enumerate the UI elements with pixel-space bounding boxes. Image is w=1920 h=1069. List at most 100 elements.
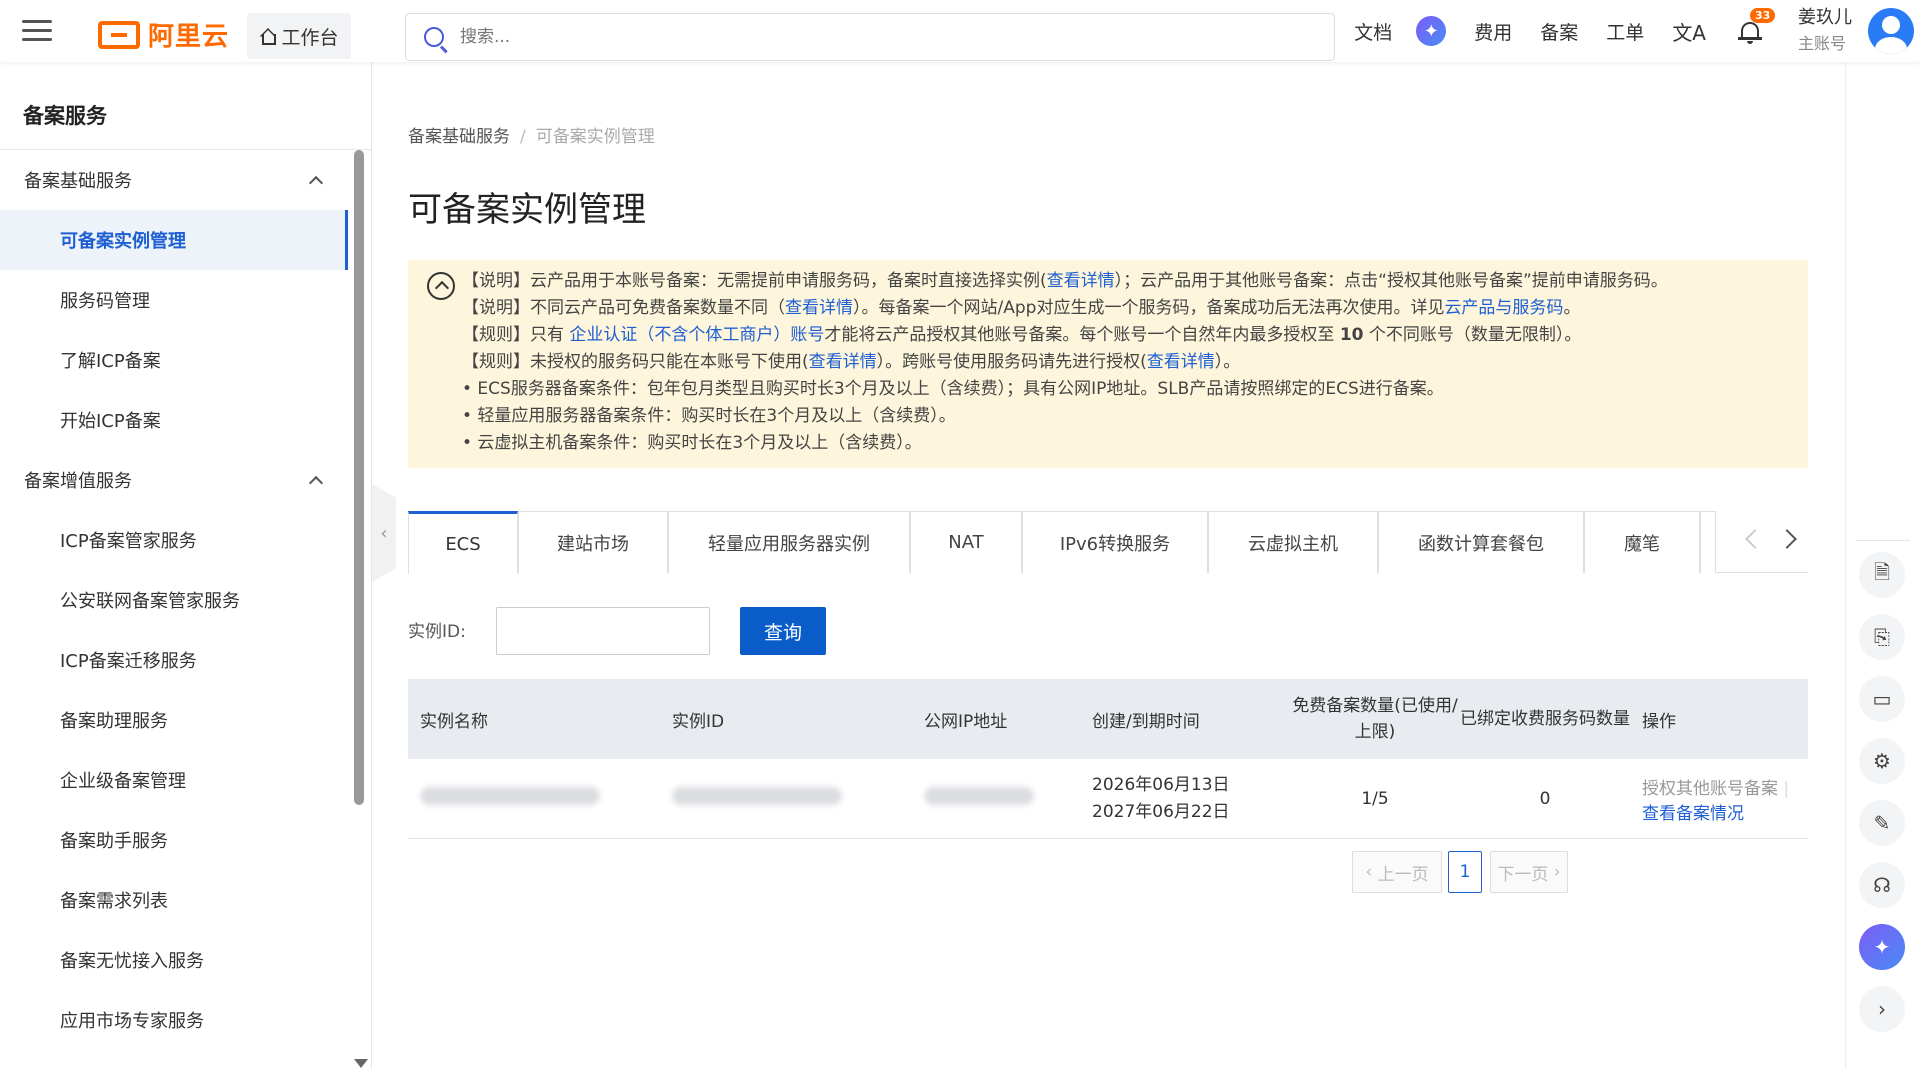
- tab-ipv6[interactable]: IPv6转换服务: [1022, 511, 1208, 573]
- redacted-value: [420, 787, 600, 805]
- nav-docs[interactable]: 文档: [1354, 18, 1392, 45]
- tabs-next-icon[interactable]: [1777, 529, 1797, 549]
- tab-lightweight-server[interactable]: 轻量应用服务器实例: [668, 511, 910, 573]
- search-bar[interactable]: [405, 13, 1335, 61]
- chevron-up-icon: [308, 475, 324, 490]
- notice-box: 【说明】云产品用于本账号备案：无需提前申请服务码，备案时直接选择实例(查看详情）…: [408, 260, 1808, 468]
- aliyun-logo[interactable]: 阿里云: [98, 16, 229, 53]
- sidebar-item-enterprise[interactable]: 企业级备案管理: [0, 750, 348, 810]
- col-instance-name: 实例名称: [420, 711, 488, 732]
- document-icon[interactable]: 🗎: [1859, 552, 1905, 598]
- view-filing-status-link[interactable]: 查看备案情况: [1642, 799, 1808, 824]
- tab-mobi[interactable]: 魔笔: [1584, 511, 1700, 573]
- nav-fees[interactable]: 费用: [1474, 18, 1512, 45]
- tab-ecs[interactable]: ECS: [408, 511, 518, 574]
- right-toolbar: 🗎 ⎘ ▭ ⚙ ✎ ☊ ✦ ›: [1845, 62, 1920, 1069]
- sidebar-group-value-added[interactable]: 备案增值服务: [0, 450, 371, 510]
- redacted-value: [924, 787, 1034, 805]
- bell-icon[interactable]: 33: [1738, 8, 1776, 44]
- sidebar-item-helper[interactable]: 备案助手服务: [0, 810, 348, 870]
- tab-nat[interactable]: NAT: [910, 511, 1022, 573]
- sidebar-item-assistant-service[interactable]: 备案助理服务: [0, 690, 348, 750]
- api-icon[interactable]: ⎘: [1859, 614, 1905, 660]
- chevron-up-icon: [308, 175, 324, 190]
- breadcrumb-separator: /: [520, 127, 526, 147]
- created-date: 2026年06月13日: [1092, 774, 1230, 795]
- home-icon: [259, 28, 277, 45]
- instance-table: 实例名称 实例ID 公网IP地址 创建/到期时间 免费备案数量(已使用/上限) …: [408, 679, 1808, 839]
- query-button[interactable]: 查询: [740, 607, 826, 655]
- breadcrumb-parent[interactable]: 备案基础服务: [408, 127, 510, 147]
- gear-icon[interactable]: ⚙: [1859, 738, 1905, 784]
- page-title: 可备案实例管理: [408, 190, 646, 230]
- sidebar-item-market-expert[interactable]: 应用市场专家服务: [0, 990, 348, 1050]
- search-icon: [424, 27, 444, 47]
- sidebar-item-worry-free[interactable]: 备案无忧接入服务: [0, 930, 348, 990]
- details-link[interactable]: 查看详情: [1047, 271, 1115, 291]
- sidebar-item-police-butler[interactable]: 公安联网备案管家服务: [0, 570, 348, 630]
- tab-virtual-host[interactable]: 云虚拟主机: [1208, 511, 1378, 573]
- next-page-button[interactable]: 下一页 ›: [1490, 851, 1568, 893]
- sidebar-group-label: 备案基础服务: [24, 171, 132, 192]
- workbench-label: 工作台: [281, 26, 339, 49]
- products-service-code-link[interactable]: 云产品与服务码: [1444, 298, 1563, 318]
- col-instance-id: 实例ID: [672, 711, 725, 732]
- table-row: 2026年06月13日 2027年06月22日 1/5 0 授权其他账号备案 |…: [408, 759, 1808, 839]
- page-1-button[interactable]: 1: [1448, 851, 1482, 893]
- bound-codes-cell: 0: [1539, 788, 1551, 809]
- menu-icon[interactable]: [22, 20, 52, 42]
- tabs-prev-icon[interactable]: [1745, 529, 1765, 549]
- instance-id-input[interactable]: [496, 607, 710, 655]
- terminal-icon[interactable]: ▭: [1859, 676, 1905, 722]
- prev-page-button[interactable]: ‹ 上一页: [1352, 851, 1442, 893]
- table-header: 实例名称 实例ID 公网IP地址 创建/到期时间 免费备案数量(已使用/上限) …: [408, 679, 1808, 759]
- sidebar-item-instance-management[interactable]: 可备案实例管理: [0, 210, 348, 270]
- sidebar-item-service-code[interactable]: 服务码管理: [0, 270, 348, 330]
- sidebar-group-basic[interactable]: 备案基础服务: [0, 150, 371, 210]
- chevron-up-circle-icon[interactable]: [427, 272, 455, 300]
- expire-date: 2027年06月22日: [1092, 801, 1230, 822]
- avatar[interactable]: [1868, 8, 1914, 54]
- user-name: 姜玖儿: [1798, 7, 1852, 28]
- headset-icon[interactable]: ☊: [1859, 862, 1905, 908]
- scroll-down-icon[interactable]: [354, 1059, 368, 1068]
- notice-line: 【说明】不同云产品可免费备案数量不同（查看详情）。每备案一个网站/App对应生成…: [462, 298, 1581, 318]
- instance-name-cell: [408, 787, 660, 810]
- sidebar-item-learn-icp[interactable]: 了解ICP备案: [0, 330, 348, 390]
- ai-assistant-icon[interactable]: ✦: [1416, 16, 1447, 46]
- actions-cell: 授权其他账号备案 | 查看备案情况: [1630, 774, 1808, 824]
- top-nav: 文档 ✦ 费用 备案 工单 文A 33 姜玖儿 主账号: [1326, 0, 1920, 62]
- tab-site-market[interactable]: 建站市场: [518, 511, 668, 573]
- sidebar-item-start-icp[interactable]: 开始ICP备案: [0, 390, 348, 450]
- search-input[interactable]: [460, 27, 1320, 47]
- user-info[interactable]: 姜玖儿 主账号: [1798, 5, 1852, 57]
- chevron-right-icon[interactable]: ›: [1859, 986, 1905, 1032]
- edit-icon[interactable]: ✎: [1859, 800, 1905, 846]
- enterprise-auth-link[interactable]: 企业认证（不含个体工商户）账号: [569, 325, 824, 345]
- nav-tickets[interactable]: 工单: [1606, 18, 1644, 45]
- authorize-other-account-link[interactable]: 授权其他账号备案: [1642, 779, 1778, 799]
- col-free-count: 免费备案数量(已使用/上限): [1292, 696, 1458, 742]
- language-icon[interactable]: 文A: [1672, 17, 1706, 46]
- scrollbar-thumb[interactable]: [354, 150, 364, 805]
- details-link[interactable]: 查看详情: [809, 352, 877, 372]
- workbench-button[interactable]: 工作台: [247, 13, 351, 59]
- ai-assistant-icon[interactable]: ✦: [1859, 924, 1905, 970]
- instance-id-cell: [660, 787, 912, 810]
- sidebar: 备案服务 备案基础服务 可备案实例管理 服务码管理 了解ICP备案 开始ICP备…: [0, 62, 372, 1069]
- details-link[interactable]: 查看详情: [1147, 352, 1215, 372]
- sidebar-item-demand-list[interactable]: 备案需求列表: [0, 870, 348, 930]
- sidebar-collapse-button[interactable]: ‹: [372, 484, 396, 582]
- notification-badge: 33: [1750, 8, 1776, 23]
- sidebar-item-icp-migration[interactable]: ICP备案迁移服务: [0, 630, 348, 690]
- notice-line: • ECS服务器备案条件：包年包月类型且购买时长3个月及以上（含续费）；具有公网…: [462, 379, 1444, 399]
- product-tabs: ECS 建站市场 轻量应用服务器实例 NAT IPv6转换服务 云虚拟主机 函数…: [408, 511, 1808, 574]
- sidebar-item-icp-butler[interactable]: ICP备案管家服务: [0, 510, 348, 570]
- aliyun-logo-icon: [98, 20, 140, 49]
- sidebar-scrollbar[interactable]: [352, 150, 368, 1068]
- nav-beian[interactable]: 备案: [1540, 18, 1578, 45]
- notice-line: 【规则】只有 企业认证（不含个体工商户）账号才能将云产品授权其他账号备案。每个账…: [462, 325, 1582, 345]
- tab-function-compute[interactable]: 函数计算套餐包: [1378, 511, 1584, 573]
- sidebar-title: 备案服务: [0, 62, 371, 150]
- details-link[interactable]: 查看详情: [785, 298, 853, 318]
